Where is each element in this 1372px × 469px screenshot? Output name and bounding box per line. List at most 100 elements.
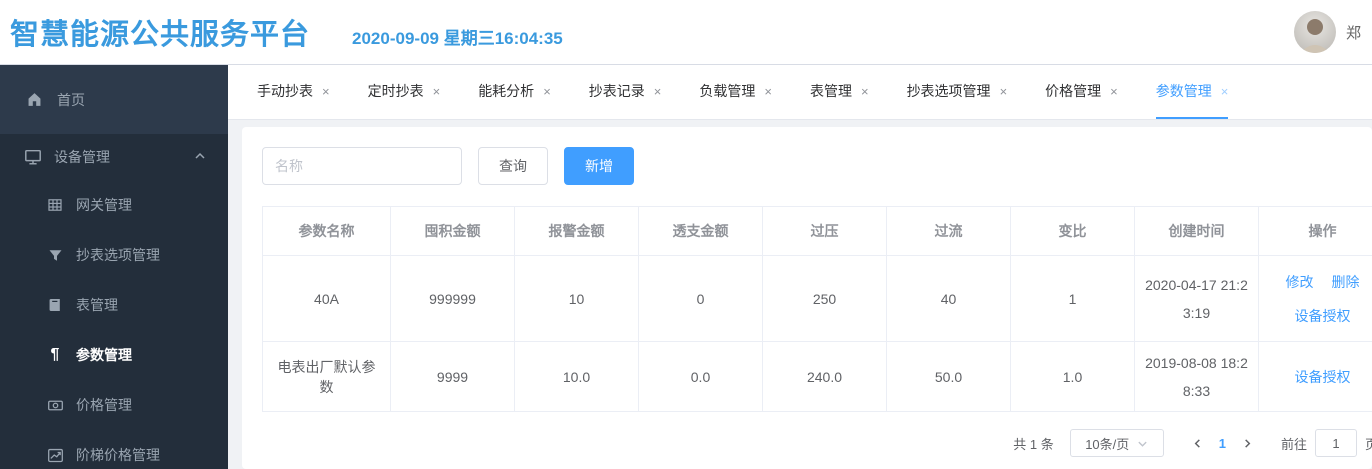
cell-param-name: 40A	[262, 255, 391, 342]
close-icon[interactable]: ×	[1110, 84, 1118, 99]
column-header: 透支金额	[638, 206, 763, 256]
sidebar-item-label: 网关管理	[76, 197, 132, 213]
tab-meter-management[interactable]: 表管理 ×	[810, 65, 869, 119]
chevron-left-icon	[1194, 438, 1200, 448]
cell-overvoltage: 240.0	[762, 341, 887, 412]
close-icon[interactable]: ×	[861, 84, 869, 99]
add-button[interactable]: 新增	[564, 147, 634, 185]
cell-actions: 设备授权	[1258, 341, 1372, 412]
cell-overdraft-amount: 0	[638, 255, 763, 342]
chevron-right-icon	[1245, 438, 1251, 448]
table-row: 电表出厂默认参数 9999 10.0 0.0 240.0 50.0 1.0 20…	[262, 341, 1372, 412]
tab-load-management[interactable]: 负载管理 ×	[699, 65, 772, 119]
sidebar-item-label: 价格管理	[76, 397, 132, 413]
sidebar-item-meter-reading-options[interactable]: 抄表选项管理	[0, 230, 228, 280]
name-search-input[interactable]	[262, 147, 462, 185]
person-photo-icon	[1300, 19, 1330, 53]
page-size-select[interactable]: 10条/页	[1069, 429, 1164, 457]
delete-link[interactable]: 删除	[1332, 272, 1360, 292]
tab-manual-reading[interactable]: 手动抄表 ×	[257, 65, 330, 119]
close-icon[interactable]: ×	[654, 84, 662, 99]
page-number-current[interactable]: 1	[1209, 436, 1236, 451]
sidebar-group-device-management[interactable]: 设备管理	[0, 134, 228, 180]
username[interactable]: 郑	[1346, 22, 1364, 43]
cell-alarm-amount: 10	[514, 255, 639, 342]
cell-stored-amount: 9999	[390, 341, 515, 412]
tab-reading-options[interactable]: 抄表选项管理 ×	[907, 65, 1008, 119]
cell-ratio: 1.0	[1010, 341, 1135, 412]
chevron-down-icon	[1138, 441, 1147, 447]
sidebar: 首页 设备管理 网关管理 抄表选项管理 表管理 ¶ 参数管理 价格管理 阶梯价格…	[0, 65, 228, 469]
sidebar-item-price-management[interactable]: 价格管理	[0, 380, 228, 430]
parameters-table: 参数名称 囤积金额 报警金额 透支金额 过压 过流 变比 创建时间 操作 40A	[262, 206, 1372, 412]
sidebar-item-tiered-price-management[interactable]: 阶梯价格管理	[0, 430, 228, 469]
sidebar-item-home[interactable]: 首页	[0, 65, 228, 134]
cell-alarm-amount: 10.0	[514, 341, 639, 412]
cell-overcurrent: 50.0	[886, 341, 1011, 412]
sidebar-item-label: 抄表选项管理	[76, 247, 160, 263]
column-header: 参数名称	[262, 206, 391, 256]
device-authorize-link[interactable]: 设备授权	[1295, 367, 1351, 387]
chart-icon	[46, 447, 64, 464]
column-header: 创建时间	[1134, 206, 1259, 256]
cell-ratio: 1	[1010, 255, 1135, 342]
banknote-icon	[46, 397, 64, 414]
cell-created-time: 2019-08-08 18:28:33	[1134, 341, 1259, 412]
cell-overcurrent: 40	[886, 255, 1011, 342]
table-row: 40A 999999 10 0 250 40 1 2020-04-17 21:2…	[262, 255, 1372, 342]
sidebar-item-parameter-management[interactable]: ¶ 参数管理	[0, 330, 228, 380]
cell-param-name: 电表出厂默认参数	[262, 341, 391, 412]
sidebar-item-label: 表管理	[76, 297, 118, 313]
tab-reading-records[interactable]: 抄表记录 ×	[589, 65, 662, 119]
close-icon[interactable]: ×	[543, 84, 551, 99]
sidebar-home-label: 首页	[57, 91, 85, 108]
total-count: 共 1 条	[1013, 436, 1054, 452]
grid-icon	[46, 197, 64, 213]
content-panel: 查询 新增 参数名称 囤积金额 报警金额 透支金额 过压 过流	[242, 127, 1372, 469]
sidebar-item-label: 阶梯价格管理	[76, 447, 160, 463]
column-header: 操作	[1258, 206, 1372, 256]
tab-price-management[interactable]: 价格管理 ×	[1045, 65, 1118, 119]
pagination: 共 1 条 10条/页 1 前往 页	[262, 429, 1372, 457]
tab-energy-analysis[interactable]: 能耗分析 ×	[478, 65, 551, 119]
tab-parameter-management[interactable]: 参数管理 ×	[1155, 65, 1229, 119]
close-icon[interactable]: ×	[433, 84, 441, 99]
goto-label: 前往	[1280, 436, 1307, 452]
tab-bar: 手动抄表 × 定时抄表 × 能耗分析 × 抄表记录 × 负载管理 × 表管理 × 抄表选项管…	[228, 65, 1372, 120]
cell-actions: 修改 删除 设备授权	[1258, 255, 1372, 342]
filter-icon	[46, 248, 64, 263]
cell-overvoltage: 250	[762, 255, 887, 342]
chevron-up-icon	[194, 150, 206, 162]
sidebar-item-gateway-management[interactable]: 网关管理	[0, 180, 228, 230]
close-icon[interactable]: ×	[1221, 84, 1229, 99]
column-header: 报警金额	[514, 206, 639, 256]
table-header-row: 参数名称 囤积金额 报警金额 透支金额 过压 过流 变比 创建时间 操作	[262, 206, 1372, 256]
close-icon[interactable]: ×	[322, 84, 330, 99]
column-header: 过流	[886, 206, 1011, 256]
column-header: 囤积金额	[390, 206, 515, 256]
cell-overdraft-amount: 0.0	[638, 341, 763, 412]
home-icon	[26, 91, 43, 108]
book-icon	[46, 297, 64, 313]
close-icon[interactable]: ×	[764, 84, 772, 99]
device-authorize-link[interactable]: 设备授权	[1295, 306, 1351, 326]
column-header: 过压	[762, 206, 887, 256]
close-icon[interactable]: ×	[1000, 84, 1008, 99]
column-header: 变比	[1010, 206, 1135, 256]
sidebar-item-meter-management[interactable]: 表管理	[0, 280, 228, 330]
goto-page-input[interactable]	[1314, 429, 1357, 457]
next-page-button[interactable]	[1236, 438, 1259, 449]
sidebar-item-label: 参数管理	[76, 347, 132, 363]
page-suffix-label: 页	[1364, 436, 1372, 452]
query-button[interactable]: 查询	[478, 147, 548, 185]
monitor-icon	[24, 148, 42, 166]
cell-stored-amount: 999999	[390, 255, 515, 342]
prev-page-button[interactable]	[1186, 438, 1209, 449]
app-title: 智慧能源公共服务平台	[10, 19, 311, 51]
user-avatar[interactable]	[1294, 11, 1336, 53]
app-header: 智慧能源公共服务平台 2020-09-09 星期三16:04:35 郑	[0, 0, 1372, 65]
tab-scheduled-reading[interactable]: 定时抄表 ×	[368, 65, 441, 119]
edit-link[interactable]: 修改	[1286, 272, 1314, 292]
sidebar-group-label: 设备管理	[54, 149, 110, 165]
cell-created-time: 2020-04-17 21:23:19	[1134, 255, 1259, 342]
